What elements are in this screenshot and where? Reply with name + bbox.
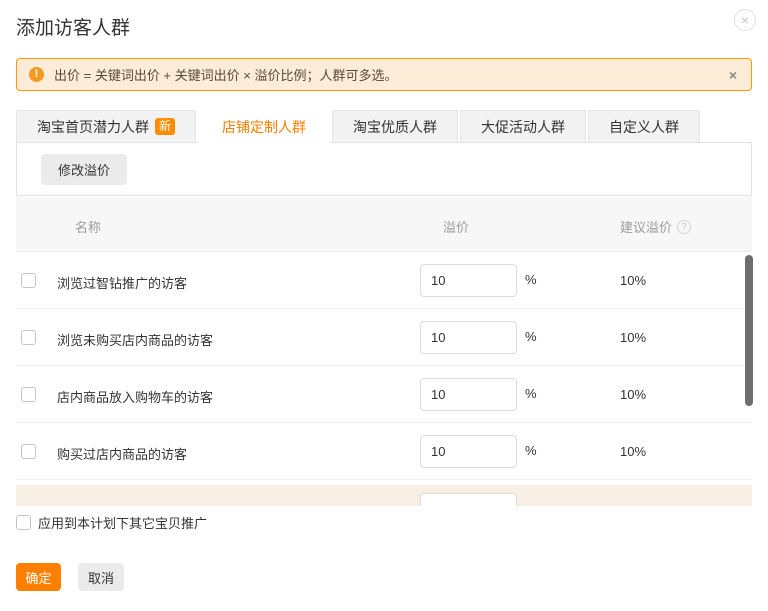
dialog-title: 添加访客人群: [16, 13, 130, 40]
premium-input[interactable]: [420, 435, 517, 468]
premium-input[interactable]: [420, 378, 517, 411]
table-row: 购买过店内商品的访客 % 10%: [16, 423, 752, 480]
percent-sign: %: [525, 272, 537, 287]
audience-name: 店内商品放入购物车的访客: [57, 387, 213, 406]
suggested-premium: 10%: [620, 273, 646, 288]
notice-close-icon[interactable]: ×: [727, 67, 739, 83]
tab-taobao-homepage-potential[interactable]: 淘宝首页潜力人群 新: [16, 110, 196, 142]
audience-table-body: 浏览过智钻推广的访客 % 10% 浏览未购买店内商品的访客 % 10% 店内商品…: [16, 252, 752, 506]
modify-premium-button[interactable]: 修改溢价: [41, 154, 127, 185]
row-checkbox[interactable]: [21, 444, 36, 459]
table-row: 店内商品放入购物车的访客 % 10%: [16, 366, 752, 423]
apply-to-plan-label: 应用到本计划下其它宝贝推广: [38, 513, 207, 532]
tab-label: 大促活动人群: [481, 111, 565, 143]
bid-formula-notice: ! 出价 = 关键词出价 + 关键词出价 × 溢价比例；人群可多选。 ×: [16, 58, 752, 91]
premium-input[interactable]: [420, 321, 517, 354]
table-row-partial: [16, 485, 752, 506]
notice-text: 出价 = 关键词出价 + 关键词出价 × 溢价比例；人群可多选。: [54, 65, 727, 84]
apply-to-plan-checkbox[interactable]: [16, 515, 31, 530]
percent-sign: %: [525, 329, 537, 344]
tab-label: 店铺定制人群: [222, 111, 306, 143]
audience-tabbar: 淘宝首页潜力人群 新 店铺定制人群 淘宝优质人群 大促活动人群 自定义人群: [16, 110, 702, 143]
tab-custom-audience[interactable]: 自定义人群: [588, 110, 700, 142]
table-header: 名称 溢价 建议溢价 ?: [16, 197, 752, 252]
warning-icon: !: [29, 67, 44, 82]
tab-promotion-event[interactable]: 大促活动人群: [460, 110, 586, 142]
apply-to-plan-row: 应用到本计划下其它宝贝推广: [16, 513, 207, 532]
table-row: 浏览未购买店内商品的访客 % 10%: [16, 309, 752, 366]
table-row: 浏览过智钻推广的访客 % 10%: [16, 252, 752, 309]
confirm-button[interactable]: 确定: [16, 563, 61, 591]
percent-sign: %: [525, 443, 537, 458]
dialog-close-icon[interactable]: ×: [734, 9, 756, 31]
audience-name: 购买过店内商品的访客: [57, 444, 187, 463]
audience-name: 浏览过智钻推广的访客: [57, 273, 187, 292]
suggested-premium: 10%: [620, 330, 646, 345]
cancel-button[interactable]: 取消: [78, 563, 124, 591]
tab-label: 淘宝优质人群: [353, 111, 437, 143]
row-checkbox[interactable]: [21, 387, 36, 402]
add-visitor-audience-dialog: 添加访客人群 × ! 出价 = 关键词出价 + 关键词出价 × 溢价比例；人群可…: [0, 0, 768, 611]
premium-input-partial[interactable]: [420, 493, 517, 506]
tab-shop-custom[interactable]: 店铺定制人群: [198, 110, 330, 143]
audience-name: 浏览未购买店内商品的访客: [57, 330, 213, 349]
suggested-premium: 10%: [620, 444, 646, 459]
help-icon[interactable]: ?: [677, 220, 691, 234]
row-checkbox[interactable]: [21, 273, 36, 288]
percent-sign: %: [525, 386, 537, 401]
tab-label: 淘宝首页潜力人群: [37, 111, 149, 143]
column-header-name: 名称: [75, 217, 101, 236]
premium-input[interactable]: [420, 264, 517, 297]
column-header-suggested-label: 建议溢价: [620, 217, 672, 236]
tab-label: 自定义人群: [609, 111, 679, 143]
tab-taobao-quality[interactable]: 淘宝优质人群: [332, 110, 458, 142]
row-checkbox[interactable]: [21, 330, 36, 345]
new-badge: 新: [155, 118, 175, 135]
scrollbar-thumb[interactable]: [745, 255, 753, 406]
column-header-suggested: 建议溢价 ?: [620, 217, 691, 236]
suggested-premium: 10%: [620, 387, 646, 402]
column-header-premium: 溢价: [443, 217, 469, 236]
tab-content-toolbar: 修改溢价: [16, 143, 752, 196]
